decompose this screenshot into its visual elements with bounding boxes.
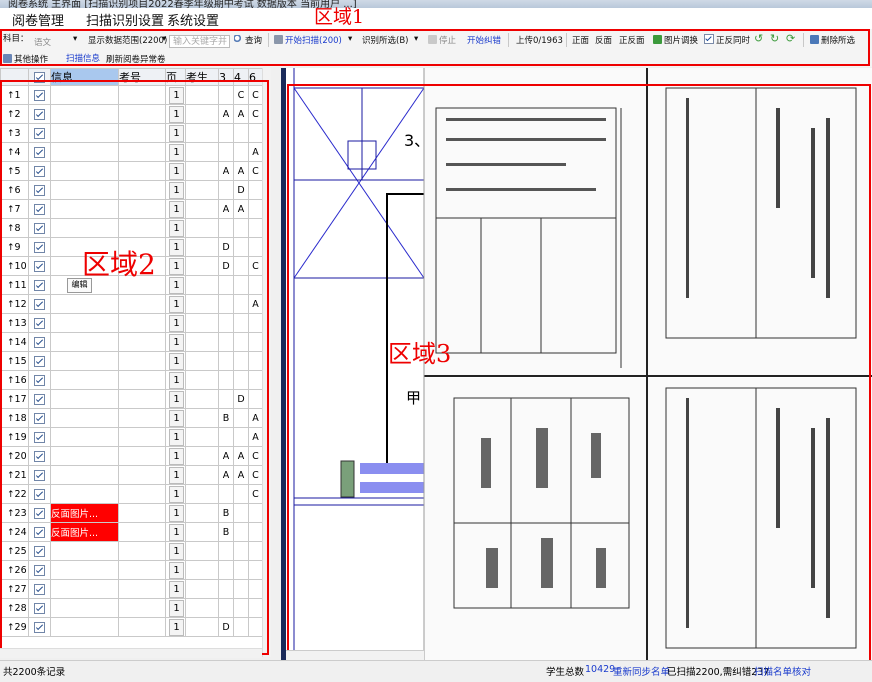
total-records: 共2200条记录: [3, 667, 66, 678]
window-title: 阅卷系统 主界面 [扫描识别项目2022春季年级期中考试 数据版本 当前用户 .…: [8, 0, 357, 8]
menu-system-settings[interactable]: 系统设置: [167, 10, 219, 29]
resync-link[interactable]: 重新同步名单: [613, 664, 670, 678]
grid-horizontal-scrollbar[interactable]: [0, 648, 262, 658]
menu-scan-settings[interactable]: 扫描识别设置: [86, 10, 164, 29]
region-1-outline: [0, 29, 870, 66]
menu-bar: 阅卷管理 扫描识别设置 系统设置 区域1: [0, 6, 872, 29]
scan-check-link[interactable]: 扫描名单核对: [754, 664, 811, 678]
region-2-outline: [0, 80, 269, 655]
menu-review-management[interactable]: 阅卷管理: [12, 10, 64, 29]
student-total-label: 学生总数: [546, 667, 585, 678]
status-bar: 共2200条记录 学生总数 10429 重新同步名单 已扫描2200,需纠错23…: [0, 660, 872, 682]
title-bar: 阅卷系统 主界面 [扫描识别项目2022春季年级期中考试 数据版本 当前用户 .…: [0, 0, 872, 8]
student-total-value: 10429: [585, 664, 616, 675]
region-3-outline: [287, 84, 871, 662]
region-label-1: 区域1: [314, 6, 365, 28]
